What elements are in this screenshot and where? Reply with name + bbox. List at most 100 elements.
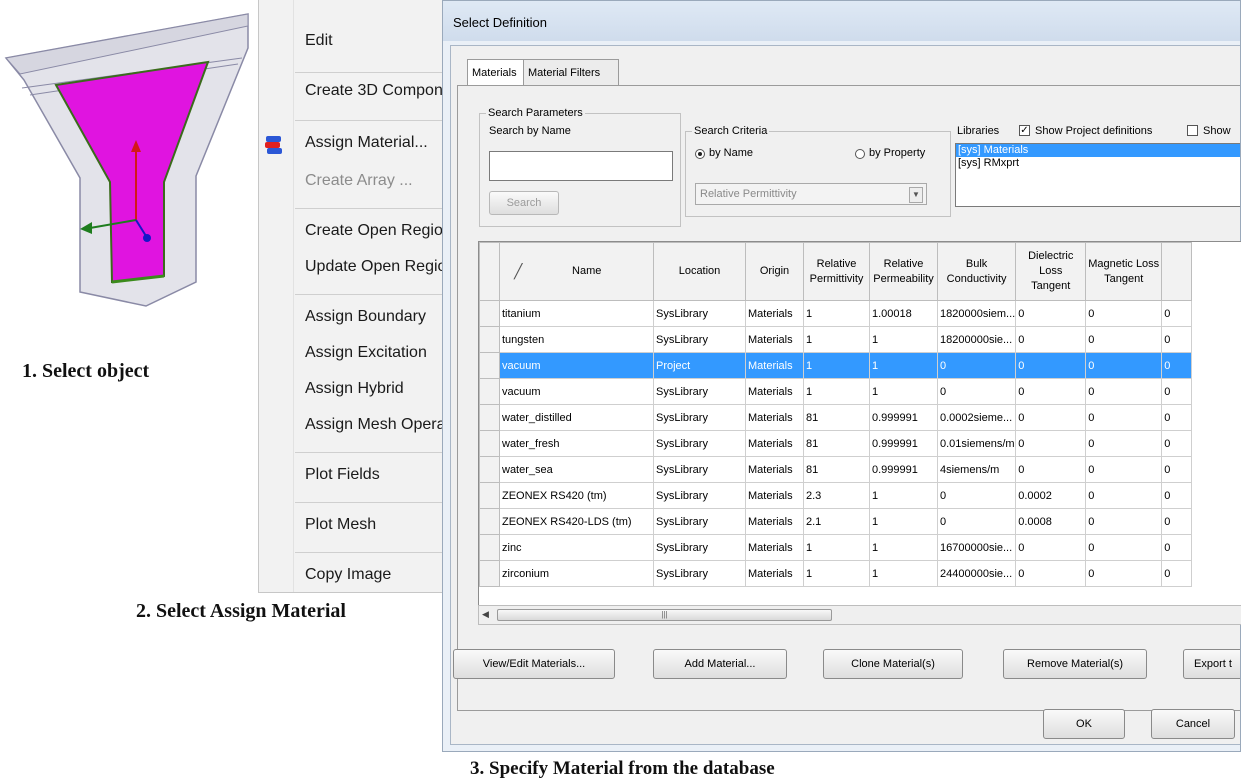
- table-cell[interactable]: 18200000sie...: [936, 326, 1017, 353]
- table-row[interactable]: tungsten SysLibrary Materials 1 1 18200000sie…: [479, 326, 1193, 353]
- table-row[interactable]: zinc SysLibrary Materials 1 1 16700000sie... 0…: [479, 534, 1193, 561]
- table-cell[interactable]: water_distilled: [499, 404, 654, 431]
- table-cell[interactable]: 0: [936, 482, 1017, 509]
- table-cell[interactable]: vacuum: [499, 378, 654, 405]
- show-project-definitions-checkbox[interactable]: ✓: [1019, 125, 1030, 136]
- menu-item-plot-fields[interactable]: Plot Fields: [305, 466, 380, 484]
- library-item[interactable]: [sys] RMxprt: [956, 157, 1240, 170]
- table-row[interactable]: water_distilled SysLibrary Materials 81 0.99…: [479, 404, 1193, 431]
- table-cell[interactable]: 4siemens/m: [936, 456, 1017, 483]
- table-cell[interactable]: SysLibrary: [653, 300, 746, 327]
- table-cell[interactable]: 0: [1015, 378, 1087, 405]
- row-header[interactable]: [479, 326, 500, 353]
- menu-item-assign-hybrid[interactable]: Assign Hybrid: [305, 380, 404, 398]
- table-cell[interactable]: 2.3: [803, 482, 870, 509]
- table-cell[interactable]: SysLibrary: [653, 560, 746, 587]
- table-cell[interactable]: Materials: [745, 352, 804, 379]
- tab-materials[interactable]: Materials: [467, 59, 529, 86]
- table-cell[interactable]: 0: [1161, 560, 1193, 587]
- table-cell[interactable]: Materials: [745, 534, 804, 561]
- table-cell[interactable]: 0: [1085, 456, 1163, 483]
- add-material-button[interactable]: Add Material...: [653, 649, 787, 679]
- table-cell[interactable]: 0: [1085, 300, 1163, 327]
- table-cell[interactable]: 1: [803, 300, 870, 327]
- column-header-bulk-conductivity[interactable]: Bulk Conductivity: [936, 242, 1017, 301]
- table-cell[interactable]: 0.999991: [869, 456, 938, 483]
- table-cell[interactable]: SysLibrary: [653, 482, 746, 509]
- table-cell[interactable]: 0.0002sieme...: [936, 404, 1017, 431]
- menu-item-assign-material[interactable]: Assign Material...: [305, 134, 428, 152]
- table-cell[interactable]: 0: [1085, 560, 1163, 587]
- menu-item-assign-mesh-operation[interactable]: Assign Mesh Opera: [305, 416, 446, 434]
- table-cell[interactable]: 0: [1015, 560, 1087, 587]
- table-cell[interactable]: water_fresh: [499, 430, 654, 457]
- menu-item-copy-image[interactable]: Copy Image: [305, 566, 391, 584]
- table-cell[interactable]: 0: [1161, 326, 1193, 353]
- row-header[interactable]: [479, 456, 500, 483]
- table-cell[interactable]: zinc: [499, 534, 654, 561]
- table-cell[interactable]: SysLibrary: [653, 378, 746, 405]
- table-cell[interactable]: ZEONEX RS420-LDS (tm): [499, 508, 654, 535]
- table-cell[interactable]: 1: [803, 326, 870, 353]
- libraries-list[interactable]: [sys] Materials [sys] RMxprt: [955, 143, 1240, 207]
- table-cell[interactable]: 1: [869, 534, 938, 561]
- table-cell[interactable]: 0: [1015, 352, 1087, 379]
- table-cell[interactable]: zirconium: [499, 560, 654, 587]
- table-cell[interactable]: 0.999991: [869, 404, 938, 431]
- table-cell[interactable]: 0: [936, 508, 1017, 535]
- table-cell[interactable]: 0: [1161, 352, 1193, 379]
- table-cell[interactable]: SysLibrary: [653, 430, 746, 457]
- column-header-relative-permittivity[interactable]: Relative Permittivity: [803, 242, 870, 301]
- column-header-origin[interactable]: Origin: [745, 242, 804, 301]
- table-cell[interactable]: Materials: [745, 300, 804, 327]
- table-cell[interactable]: 1.00018: [869, 300, 938, 327]
- menu-item-assign-boundary[interactable]: Assign Boundary: [305, 308, 426, 326]
- table-cell[interactable]: 0.0002: [1015, 482, 1087, 509]
- show-checkbox[interactable]: [1187, 125, 1198, 136]
- table-cell[interactable]: Project: [653, 352, 746, 379]
- menu-item-create-3d-component[interactable]: Create 3D Compon: [305, 82, 443, 100]
- export-button[interactable]: Export t: [1183, 649, 1240, 679]
- view-edit-materials-button[interactable]: View/Edit Materials...: [453, 649, 615, 679]
- row-header[interactable]: [479, 508, 500, 535]
- tab-material-filters[interactable]: Material Filters: [523, 59, 619, 86]
- table-row[interactable]: ZEONEX RS420 (tm) SysLibrary Materials 2.3 1…: [479, 482, 1193, 509]
- model-3d-view[interactable]: [0, 0, 270, 330]
- table-cell[interactable]: 1: [869, 326, 938, 353]
- column-header-magnetic-loss-tangent[interactable]: Magnetic Loss Tangent: [1085, 242, 1163, 301]
- table-cell[interactable]: 0: [1015, 430, 1087, 457]
- table-cell[interactable]: 0: [1015, 456, 1087, 483]
- menu-item-plot-mesh[interactable]: Plot Mesh: [305, 516, 376, 534]
- table-cell[interactable]: Materials: [745, 456, 804, 483]
- table-cell[interactable]: vacuum: [499, 352, 654, 379]
- table-cell[interactable]: Materials: [745, 482, 804, 509]
- table-cell[interactable]: 0: [936, 378, 1017, 405]
- table-row[interactable]: titanium SysLibrary Materials 1 1.00018 18200…: [479, 300, 1193, 327]
- table-cell[interactable]: 0: [1015, 300, 1087, 327]
- table-cell[interactable]: 0: [1161, 404, 1193, 431]
- row-header[interactable]: [479, 378, 500, 405]
- table-row[interactable]: vacuum SysLibrary Materials 1 1 0 0 0 0: [479, 378, 1193, 405]
- materials-grid[interactable]: ╱ Name Location Origin Relative Permitti…: [478, 241, 1241, 607]
- by-property-radio[interactable]: [855, 149, 865, 159]
- row-header[interactable]: [479, 534, 500, 561]
- table-cell[interactable]: Materials: [745, 508, 804, 535]
- horizontal-scrollbar[interactable]: ◀ |||: [478, 605, 1241, 625]
- table-cell[interactable]: 2.1: [803, 508, 870, 535]
- table-cell[interactable]: 1: [869, 352, 938, 379]
- clone-materials-button[interactable]: Clone Material(s): [823, 649, 963, 679]
- library-item[interactable]: [sys] Materials: [956, 144, 1240, 157]
- table-cell[interactable]: Materials: [745, 404, 804, 431]
- table-cell[interactable]: 0: [1015, 404, 1087, 431]
- table-cell[interactable]: 0: [1085, 352, 1163, 379]
- table-cell[interactable]: 1: [803, 560, 870, 587]
- table-cell[interactable]: ZEONEX RS420 (tm): [499, 482, 654, 509]
- table-cell[interactable]: 81: [803, 404, 870, 431]
- table-cell[interactable]: 0: [1085, 326, 1163, 353]
- table-cell[interactable]: 1: [869, 560, 938, 587]
- table-cell[interactable]: tungsten: [499, 326, 654, 353]
- ok-button[interactable]: OK: [1043, 709, 1125, 739]
- table-cell[interactable]: 0: [1085, 534, 1163, 561]
- table-cell[interactable]: SysLibrary: [653, 534, 746, 561]
- table-cell[interactable]: 1: [803, 534, 870, 561]
